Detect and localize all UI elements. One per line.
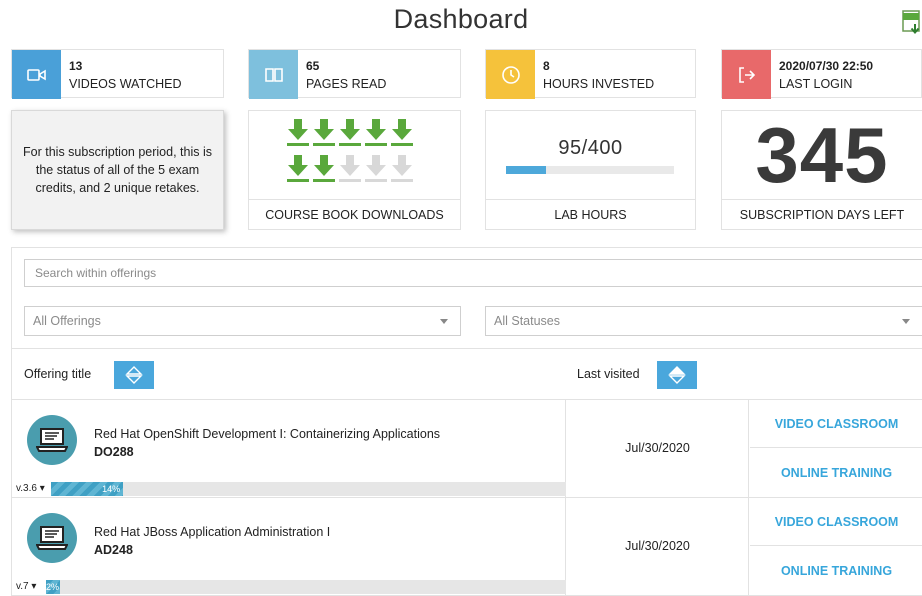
download-arrow-icon	[365, 119, 387, 146]
statuses-select[interactable]: All Statuses	[485, 306, 922, 336]
download-arrow-icon	[287, 155, 309, 182]
video-classroom-link[interactable]: VIDEO CLASSROOM	[750, 498, 922, 546]
version-dropdown[interactable]: v.7 ▾	[16, 581, 36, 592]
table-row: Red Hat OpenShift Development I: Contain…	[11, 400, 922, 498]
offering-title[interactable]: Red Hat JBoss Application Administration…	[94, 525, 330, 539]
download-arrow-icon	[313, 119, 335, 146]
exam-credits-text: For this subscription period, this is th…	[23, 145, 212, 195]
chevron-down-icon	[440, 319, 448, 324]
course-progress-bar: 14%	[51, 482, 566, 496]
offering-code: AD248	[94, 543, 133, 557]
stat-pages-read: 65 PAGES READ	[248, 49, 461, 99]
stat-label: VIDEOS WATCHED	[69, 77, 182, 91]
download-arrows	[287, 119, 413, 182]
stat-value: 65	[306, 59, 320, 73]
downloads-label: COURSE BOOK DOWNLOADS	[249, 199, 460, 229]
open-book-icon	[249, 50, 298, 99]
clock-icon	[486, 50, 535, 99]
download-arrow-icon	[391, 119, 413, 146]
lab-hours-card: 95/400 LAB HOURS	[485, 110, 696, 230]
table-row: Red Hat JBoss Application Administration…	[11, 498, 922, 596]
stat-hours-invested: 8 HOURS INVESTED	[485, 49, 696, 99]
lab-hours-progress-fill	[506, 166, 546, 174]
stat-value: 8	[543, 59, 550, 73]
offering-links: VIDEO CLASSROOM ONLINE TRAINING	[750, 400, 922, 497]
sort-visited-button[interactable]	[657, 361, 697, 389]
offering-cell: Red Hat OpenShift Development I: Contain…	[12, 400, 566, 497]
video-classroom-link[interactable]: VIDEO CLASSROOM	[750, 400, 922, 448]
stat-value: 2020/07/30 22:50	[779, 59, 874, 73]
stat-value: 13	[69, 59, 83, 73]
download-arrow-icon	[365, 155, 387, 182]
download-arrow-icon	[391, 155, 413, 182]
download-arrow-icon	[313, 155, 335, 182]
subscription-days-value: 345	[755, 111, 889, 199]
stat-last-login: 2020/07/30 22:50 LAST LOGIN	[721, 49, 922, 99]
logout-arrow-icon	[722, 50, 771, 99]
stat-label: LAST LOGIN	[779, 77, 853, 91]
course-progress-bar: 2%	[46, 580, 566, 594]
exam-credits-info: For this subscription period, this is th…	[11, 110, 224, 230]
download-arrow-icon	[339, 119, 361, 146]
course-progress-fill: 14%	[51, 482, 124, 496]
stat-label: HOURS INVESTED	[543, 77, 655, 91]
search-input[interactable]	[24, 259, 922, 287]
download-arrow-icon	[287, 119, 309, 146]
page-title: Dashboard	[393, 4, 529, 34]
offering-code: DO288	[94, 445, 134, 459]
stat-videos-watched: 13 VIDEOS WATCHED	[11, 49, 224, 99]
offerings-select-value: All Offerings	[33, 314, 101, 328]
filter-panel: All Offerings All Statuses	[11, 247, 922, 349]
course-book-downloads-card: COURSE BOOK DOWNLOADS	[248, 110, 461, 230]
chevron-down-icon	[902, 319, 910, 324]
laptop-icon	[27, 513, 77, 563]
version-dropdown[interactable]: v.3.6 ▾	[16, 483, 45, 494]
sort-title-button[interactable]	[114, 361, 154, 389]
col-offering-title: Offering title	[24, 367, 92, 381]
subscription-days-label: SUBSCRIPTION DAYS LEFT	[722, 199, 922, 229]
last-visited-date: Jul/30/2020	[567, 498, 749, 595]
offerings-select[interactable]: All Offerings	[24, 306, 461, 336]
offering-links: VIDEO CLASSROOM ONLINE TRAINING	[750, 498, 922, 595]
csv-download-icon[interactable]	[902, 10, 922, 38]
lab-hours-progress-bar	[506, 166, 674, 174]
online-training-link[interactable]: ONLINE TRAINING	[750, 449, 922, 497]
lab-hours-label: LAB HOURS	[486, 199, 695, 229]
sort-icon	[668, 366, 686, 384]
offering-cell: Red Hat JBoss Application Administration…	[12, 498, 566, 595]
subscription-days-card: 345 SUBSCRIPTION DAYS LEFT	[721, 110, 922, 230]
stat-label: PAGES READ	[306, 77, 387, 91]
course-progress-fill: 2%	[46, 580, 60, 594]
online-training-link[interactable]: ONLINE TRAINING	[750, 547, 922, 595]
table-header: Offering title Last visited	[11, 349, 922, 400]
sort-icon	[125, 366, 143, 384]
col-last-visited: Last visited	[577, 367, 640, 381]
video-camera-icon	[12, 50, 61, 99]
statuses-select-value: All Statuses	[494, 314, 561, 328]
last-visited-date: Jul/30/2020	[567, 400, 749, 497]
laptop-icon	[27, 415, 77, 465]
download-arrow-icon	[339, 155, 361, 182]
offering-title[interactable]: Red Hat OpenShift Development I: Contain…	[94, 427, 440, 441]
lab-hours-value: 95/400	[558, 137, 623, 159]
